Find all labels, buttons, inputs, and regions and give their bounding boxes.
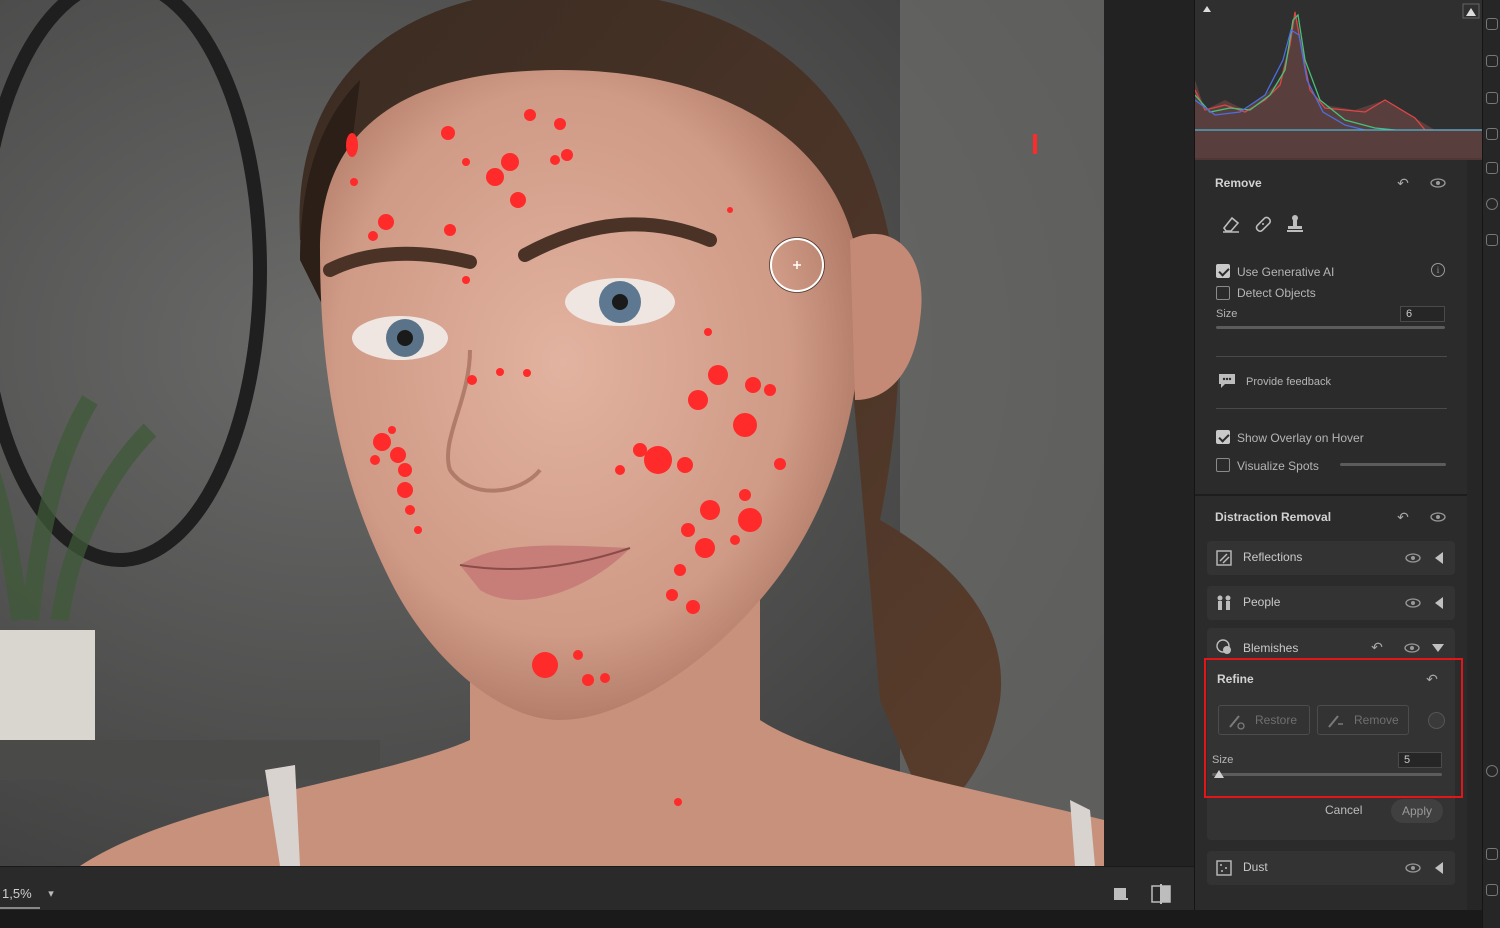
slider-thumb[interactable] (1214, 770, 1224, 778)
section-divider (1195, 494, 1467, 496)
refine-highlight: Refine ↶ Restore Remove Size 5 (1204, 658, 1463, 798)
people-icon (1215, 594, 1233, 612)
distraction-removal-title: Distraction Removal (1215, 510, 1332, 524)
use-generative-ai-checkbox[interactable] (1216, 264, 1230, 278)
panel-icon[interactable] (1486, 848, 1498, 860)
histogram (1194, 0, 1483, 160)
reflections-label: Reflections (1243, 550, 1303, 564)
show-overlay-checkbox[interactable] (1216, 430, 1230, 444)
visualize-spots-checkbox[interactable] (1216, 458, 1230, 472)
eye-icon[interactable] (1405, 595, 1421, 611)
reset-icon[interactable]: ↶ (1424, 671, 1440, 687)
restore-button[interactable]: Restore (1218, 705, 1310, 735)
zoom-dropdown-icon[interactable]: ▾ (42, 881, 60, 907)
reset-icon[interactable]: ↶ (1395, 175, 1411, 191)
show-overlay-label: Show Overlay on Hover (1237, 431, 1364, 445)
divider (1216, 408, 1447, 409)
crop-tool-icon[interactable] (1486, 55, 1498, 67)
expand-arrow-icon[interactable] (1435, 597, 1443, 609)
redeye-tool-icon[interactable] (1486, 162, 1498, 174)
preset-tool-icon[interactable] (1486, 198, 1498, 210)
stamp-icon[interactable] (1285, 213, 1305, 233)
blemishes-label: Blemishes (1243, 641, 1299, 655)
remove-section-title: Remove (1215, 176, 1262, 190)
mask-tool-icon[interactable] (1486, 128, 1498, 140)
remove-brush-icon (1326, 712, 1344, 730)
visualize-spots-slider[interactable] (1340, 463, 1446, 466)
size-label: Size (1216, 308, 1238, 320)
shadow-clipping-icon (1203, 6, 1211, 12)
dust-row[interactable]: Dust (1207, 851, 1455, 885)
feedback-icon[interactable] (1218, 373, 1236, 389)
edit-tool-icon[interactable] (1486, 18, 1498, 30)
reset-icon[interactable]: ↶ (1395, 509, 1411, 525)
expand-arrow-icon[interactable] (1435, 862, 1443, 874)
detect-objects-checkbox[interactable] (1216, 286, 1230, 300)
size-slider[interactable] (1216, 326, 1445, 329)
list-icon[interactable] (1486, 884, 1498, 896)
size-field[interactable]: 6 (1400, 306, 1445, 322)
eye-icon[interactable] (1430, 509, 1446, 525)
zoom-level[interactable]: 1,5% (0, 879, 40, 909)
eye-icon[interactable] (1405, 860, 1421, 876)
photo-canvas[interactable] (0, 0, 1104, 866)
single-view-icon[interactable] (1112, 885, 1130, 903)
portrait-photo (0, 0, 1104, 866)
app-window: 1,5% ▾ Remove ↶ Use Generative AI i Dete… (0, 0, 1500, 928)
status-strip (0, 910, 1500, 928)
cancel-button[interactable]: Cancel (1325, 803, 1362, 817)
eraser-icon[interactable] (1221, 214, 1241, 234)
restore-brush-icon (1227, 712, 1245, 730)
reflections-row[interactable]: Reflections (1207, 541, 1455, 575)
apply-button[interactable]: Apply (1391, 799, 1443, 823)
provide-feedback-link[interactable]: Provide feedback (1246, 376, 1331, 388)
dust-label: Dust (1243, 860, 1268, 874)
bandage-icon[interactable] (1253, 214, 1273, 234)
tool-rail (1482, 0, 1500, 928)
divider (1216, 356, 1447, 357)
eye-icon[interactable] (1404, 640, 1420, 656)
visualize-spots-label: Visualize Spots (1237, 459, 1319, 473)
panel-scrollbar[interactable] (1467, 160, 1483, 910)
refine-title: Refine (1217, 672, 1254, 686)
edit-panel: Remove ↶ Use Generative AI i Detect Obje… (1194, 0, 1483, 910)
reflections-icon (1215, 549, 1233, 567)
brush-preview-dot[interactable] (1428, 712, 1445, 729)
use-generative-ai-label: Use Generative AI (1237, 265, 1335, 279)
people-label: People (1243, 595, 1281, 609)
eye-icon[interactable] (1405, 550, 1421, 566)
blemishes-icon (1215, 638, 1233, 656)
refine-size-label: Size (1212, 754, 1234, 766)
collapse-arrow-icon[interactable] (1432, 644, 1444, 652)
remove-button[interactable]: Remove (1317, 705, 1409, 735)
refine-size-field[interactable]: 5 (1398, 752, 1442, 768)
canvas-margin (1104, 0, 1194, 866)
compare-view-icon[interactable] (1150, 883, 1172, 905)
refine-size-slider[interactable] (1212, 773, 1442, 776)
people-row[interactable]: People (1207, 586, 1455, 620)
history-tool-icon[interactable] (1486, 234, 1498, 246)
dust-icon (1215, 859, 1233, 877)
highlight-clipping-icon (1466, 8, 1476, 16)
info-icon[interactable]: i (1431, 263, 1445, 277)
heal-tool-icon[interactable] (1486, 92, 1498, 104)
help-icon[interactable] (1486, 765, 1498, 777)
eye-icon[interactable] (1430, 175, 1446, 191)
expand-arrow-icon[interactable] (1435, 552, 1443, 564)
detect-objects-label: Detect Objects (1237, 286, 1316, 300)
reset-icon[interactable]: ↶ (1369, 639, 1385, 655)
